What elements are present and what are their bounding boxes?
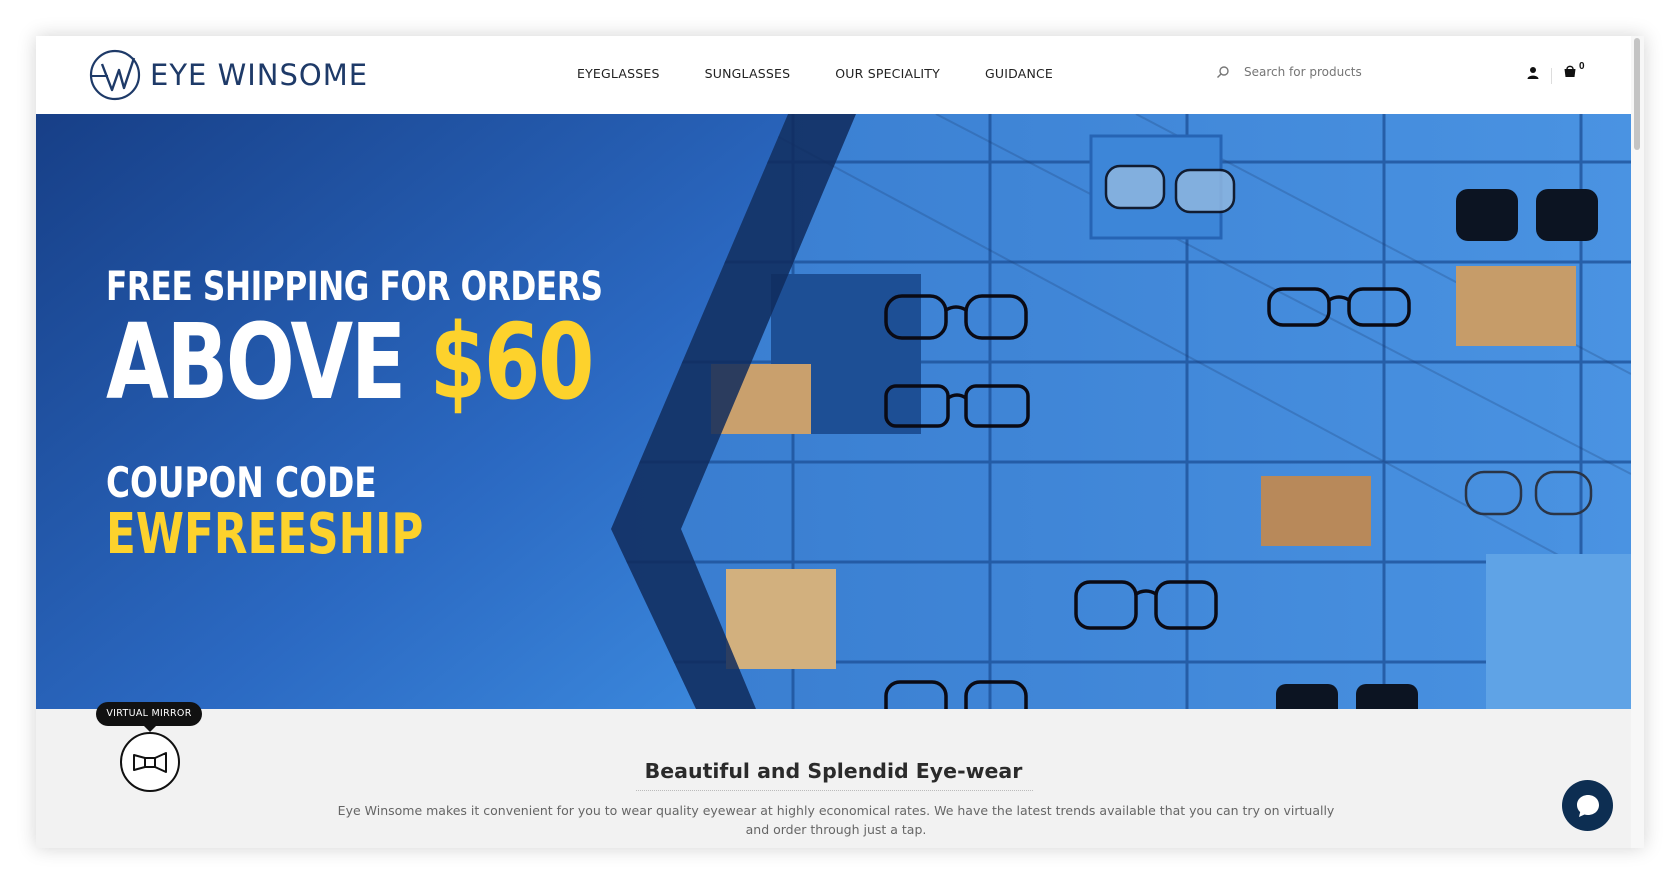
hero-banner[interactable]: FREE SHIPPING FOR ORDERS ABOVE $60 COUPO…	[36, 114, 1631, 709]
scrollbar-thumb[interactable]	[1634, 38, 1640, 150]
chat-icon	[1576, 794, 1599, 817]
cart-icon	[1564, 65, 1576, 77]
virtual-mirror-button[interactable]	[120, 732, 180, 792]
header-divider	[1551, 68, 1552, 84]
chat-button[interactable]	[1562, 780, 1613, 831]
page-scrollbar[interactable]	[1631, 36, 1644, 848]
virtual-mirror-tooltip: VIRTUAL MIRROR	[96, 702, 202, 732]
nav-guidance[interactable]: GUIDANCE	[985, 66, 1053, 81]
nav-eyeglasses[interactable]: EYEGLASSES	[577, 66, 660, 81]
promo-text: FREE SHIPPING FOR ORDERS ABOVE $60 COUPO…	[106, 264, 603, 563]
main-nav: EYEGLASSES SUNGLASSES OUR SPECIALITY GUI…	[577, 66, 1098, 81]
promo-line-2: ABOVE $60	[106, 310, 603, 414]
mirror-icon	[133, 752, 167, 773]
logo-mark-icon	[89, 49, 141, 101]
user-icon[interactable]	[1526, 66, 1540, 80]
section-description: Eye Winsome makes it convenient for you …	[337, 803, 1335, 837]
search-bar	[1216, 60, 1476, 84]
logo[interactable]: EYE WINSOME	[88, 48, 368, 102]
cart-count: 0	[1579, 61, 1585, 72]
search-icon[interactable]	[1216, 65, 1230, 79]
promo-above: ABOVE	[106, 301, 406, 423]
cart-button[interactable]: 0	[1563, 61, 1585, 78]
intro-section: Beautiful and Splendid Eye-wear Eye Wins…	[36, 709, 1631, 848]
nav-sunglasses[interactable]: SUNGLASSES	[705, 66, 791, 81]
site-header: EYE WINSOME EYEGLASSES SUNGLASSES OUR SP…	[36, 36, 1631, 114]
brand-name: EYE WINSOME	[150, 58, 369, 92]
promo-amount: $60	[429, 301, 595, 423]
section-divider	[636, 790, 1033, 791]
search-input[interactable]	[1244, 65, 1464, 79]
section-title: Beautiful and Splendid Eye-wear	[644, 759, 1023, 783]
browser-page: EYE WINSOME EYEGLASSES SUNGLASSES OUR SP…	[36, 36, 1644, 848]
coupon-label: COUPON CODE	[106, 458, 377, 507]
nav-our-speciality[interactable]: OUR SPECIALITY	[835, 66, 940, 81]
coupon-code: EWFREESHIP	[106, 502, 424, 567]
